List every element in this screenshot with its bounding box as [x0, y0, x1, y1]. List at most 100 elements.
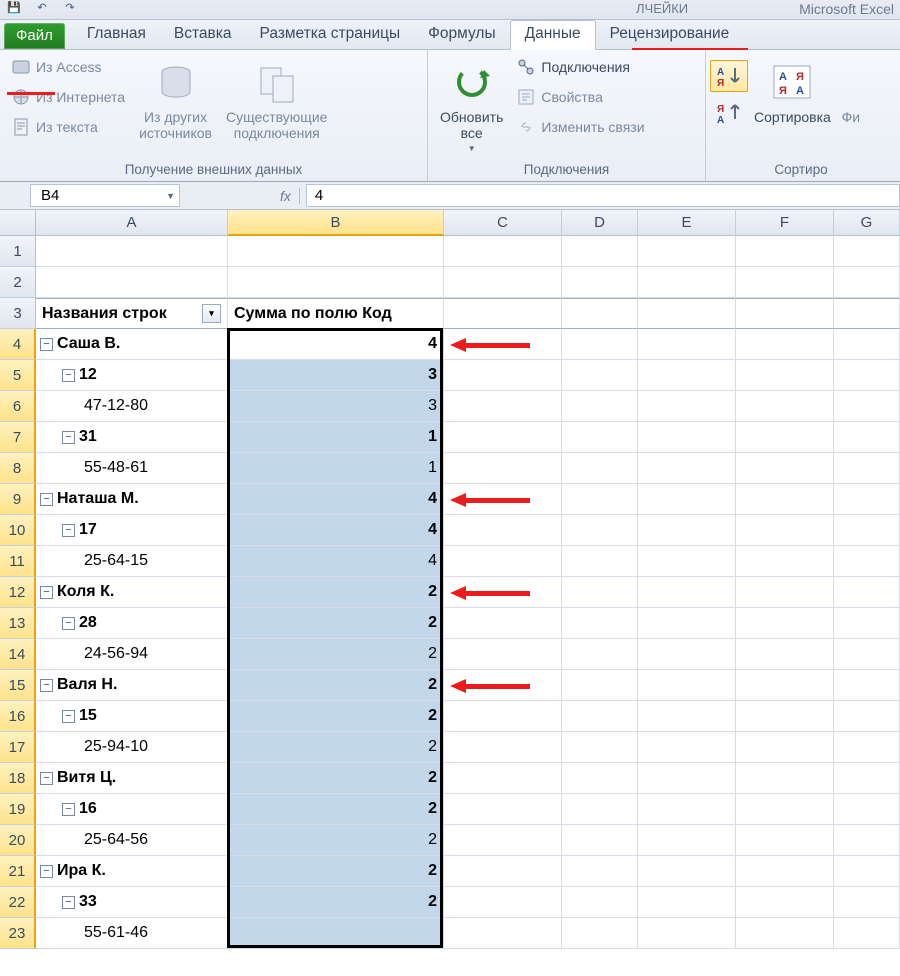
- cell-B16[interactable]: 2: [228, 701, 444, 732]
- cell-F23[interactable]: [736, 918, 834, 949]
- row-header-22[interactable]: 22: [0, 887, 36, 918]
- cell-B10[interactable]: 4: [228, 515, 444, 546]
- cell-D6[interactable]: [562, 391, 638, 422]
- cell-A23[interactable]: 55-61-46: [36, 918, 228, 949]
- cell-C19[interactable]: [444, 794, 562, 825]
- column-header-B[interactable]: B: [228, 210, 444, 236]
- cell-E11[interactable]: [638, 546, 736, 577]
- row-header-5[interactable]: 5: [0, 360, 36, 391]
- cell-E14[interactable]: [638, 639, 736, 670]
- formula-input[interactable]: 4: [306, 184, 900, 207]
- from-web-button[interactable]: Из Интернета: [8, 86, 129, 108]
- cell-E7[interactable]: [638, 422, 736, 453]
- cell-E4[interactable]: [638, 329, 736, 360]
- row-header-8[interactable]: 8: [0, 453, 36, 484]
- cell-F15[interactable]: [736, 670, 834, 701]
- row-header-16[interactable]: 16: [0, 701, 36, 732]
- cell-E1[interactable]: [638, 236, 736, 267]
- cell-D21[interactable]: [562, 856, 638, 887]
- cell-C12[interactable]: [444, 577, 562, 608]
- refresh-all-button[interactable]: Обновить все ▼: [436, 60, 507, 155]
- cell-B9[interactable]: 4: [228, 484, 444, 515]
- cell-B15[interactable]: 2: [228, 670, 444, 701]
- cell-A11[interactable]: 25-64-15: [36, 546, 228, 577]
- cell-F4[interactable]: [736, 329, 834, 360]
- column-header-D[interactable]: D: [562, 210, 638, 236]
- cell-C11[interactable]: [444, 546, 562, 577]
- cell-G15[interactable]: [834, 670, 900, 701]
- cell-C13[interactable]: [444, 608, 562, 639]
- row-header-15[interactable]: 15: [0, 670, 36, 701]
- cell-G5[interactable]: [834, 360, 900, 391]
- cell-F6[interactable]: [736, 391, 834, 422]
- sort-dialog-button[interactable]: АЯЯА Сортировка: [750, 60, 835, 127]
- row-header-23[interactable]: 23: [0, 918, 36, 949]
- cell-C5[interactable]: [444, 360, 562, 391]
- cell-D16[interactable]: [562, 701, 638, 732]
- cell-C3[interactable]: [444, 298, 562, 329]
- pivot-filter-dropdown[interactable]: ▾: [202, 304, 221, 323]
- cell-F11[interactable]: [736, 546, 834, 577]
- collapse-icon[interactable]: −: [40, 679, 53, 692]
- row-header-13[interactable]: 13: [0, 608, 36, 639]
- cell-F2[interactable]: [736, 267, 834, 298]
- cell-E20[interactable]: [638, 825, 736, 856]
- cell-C17[interactable]: [444, 732, 562, 763]
- cell-C7[interactable]: [444, 422, 562, 453]
- collapse-icon[interactable]: −: [62, 617, 75, 630]
- cell-C20[interactable]: [444, 825, 562, 856]
- cell-G19[interactable]: [834, 794, 900, 825]
- cell-F7[interactable]: [736, 422, 834, 453]
- cell-G22[interactable]: [834, 887, 900, 918]
- tab-вставка[interactable]: Вставка: [160, 21, 246, 49]
- column-header-A[interactable]: A: [36, 210, 228, 236]
- cell-A3[interactable]: Названия строк▾: [36, 298, 228, 329]
- cell-E13[interactable]: [638, 608, 736, 639]
- cell-C22[interactable]: [444, 887, 562, 918]
- cell-F8[interactable]: [736, 453, 834, 484]
- cell-G20[interactable]: [834, 825, 900, 856]
- cell-C2[interactable]: [444, 267, 562, 298]
- tab-главная[interactable]: Главная: [73, 21, 160, 49]
- cell-A15[interactable]: −Валя Н.: [36, 670, 228, 701]
- name-box[interactable]: B4 ▼: [30, 184, 180, 207]
- cell-B11[interactable]: 4: [228, 546, 444, 577]
- cell-G14[interactable]: [834, 639, 900, 670]
- cell-D2[interactable]: [562, 267, 638, 298]
- cell-F16[interactable]: [736, 701, 834, 732]
- cell-E22[interactable]: [638, 887, 736, 918]
- cell-G3[interactable]: [834, 298, 900, 329]
- column-header-G[interactable]: G: [834, 210, 900, 236]
- cell-E23[interactable]: [638, 918, 736, 949]
- connections-button[interactable]: Подключения: [513, 56, 648, 78]
- cell-D11[interactable]: [562, 546, 638, 577]
- cell-A16[interactable]: −15: [36, 701, 228, 732]
- cell-F18[interactable]: [736, 763, 834, 794]
- cell-A8[interactable]: 55-48-61: [36, 453, 228, 484]
- cell-E21[interactable]: [638, 856, 736, 887]
- row-header-7[interactable]: 7: [0, 422, 36, 453]
- cell-G17[interactable]: [834, 732, 900, 763]
- cell-C14[interactable]: [444, 639, 562, 670]
- cell-B5[interactable]: 3: [228, 360, 444, 391]
- cell-G21[interactable]: [834, 856, 900, 887]
- collapse-icon[interactable]: −: [62, 803, 75, 816]
- cell-B22[interactable]: 2: [228, 887, 444, 918]
- cell-G13[interactable]: [834, 608, 900, 639]
- cell-G7[interactable]: [834, 422, 900, 453]
- row-header-18[interactable]: 18: [0, 763, 36, 794]
- cell-E18[interactable]: [638, 763, 736, 794]
- tab-формулы[interactable]: Формулы: [414, 21, 509, 49]
- cell-A10[interactable]: −17: [36, 515, 228, 546]
- cell-C9[interactable]: [444, 484, 562, 515]
- cell-A12[interactable]: −Коля К.: [36, 577, 228, 608]
- cell-B1[interactable]: [228, 236, 444, 267]
- row-header-10[interactable]: 10: [0, 515, 36, 546]
- cell-D20[interactable]: [562, 825, 638, 856]
- collapse-icon[interactable]: −: [62, 431, 75, 444]
- qat-undo-icon[interactable]: ↶: [28, 1, 56, 19]
- row-header-19[interactable]: 19: [0, 794, 36, 825]
- row-header-17[interactable]: 17: [0, 732, 36, 763]
- cell-F1[interactable]: [736, 236, 834, 267]
- cell-D15[interactable]: [562, 670, 638, 701]
